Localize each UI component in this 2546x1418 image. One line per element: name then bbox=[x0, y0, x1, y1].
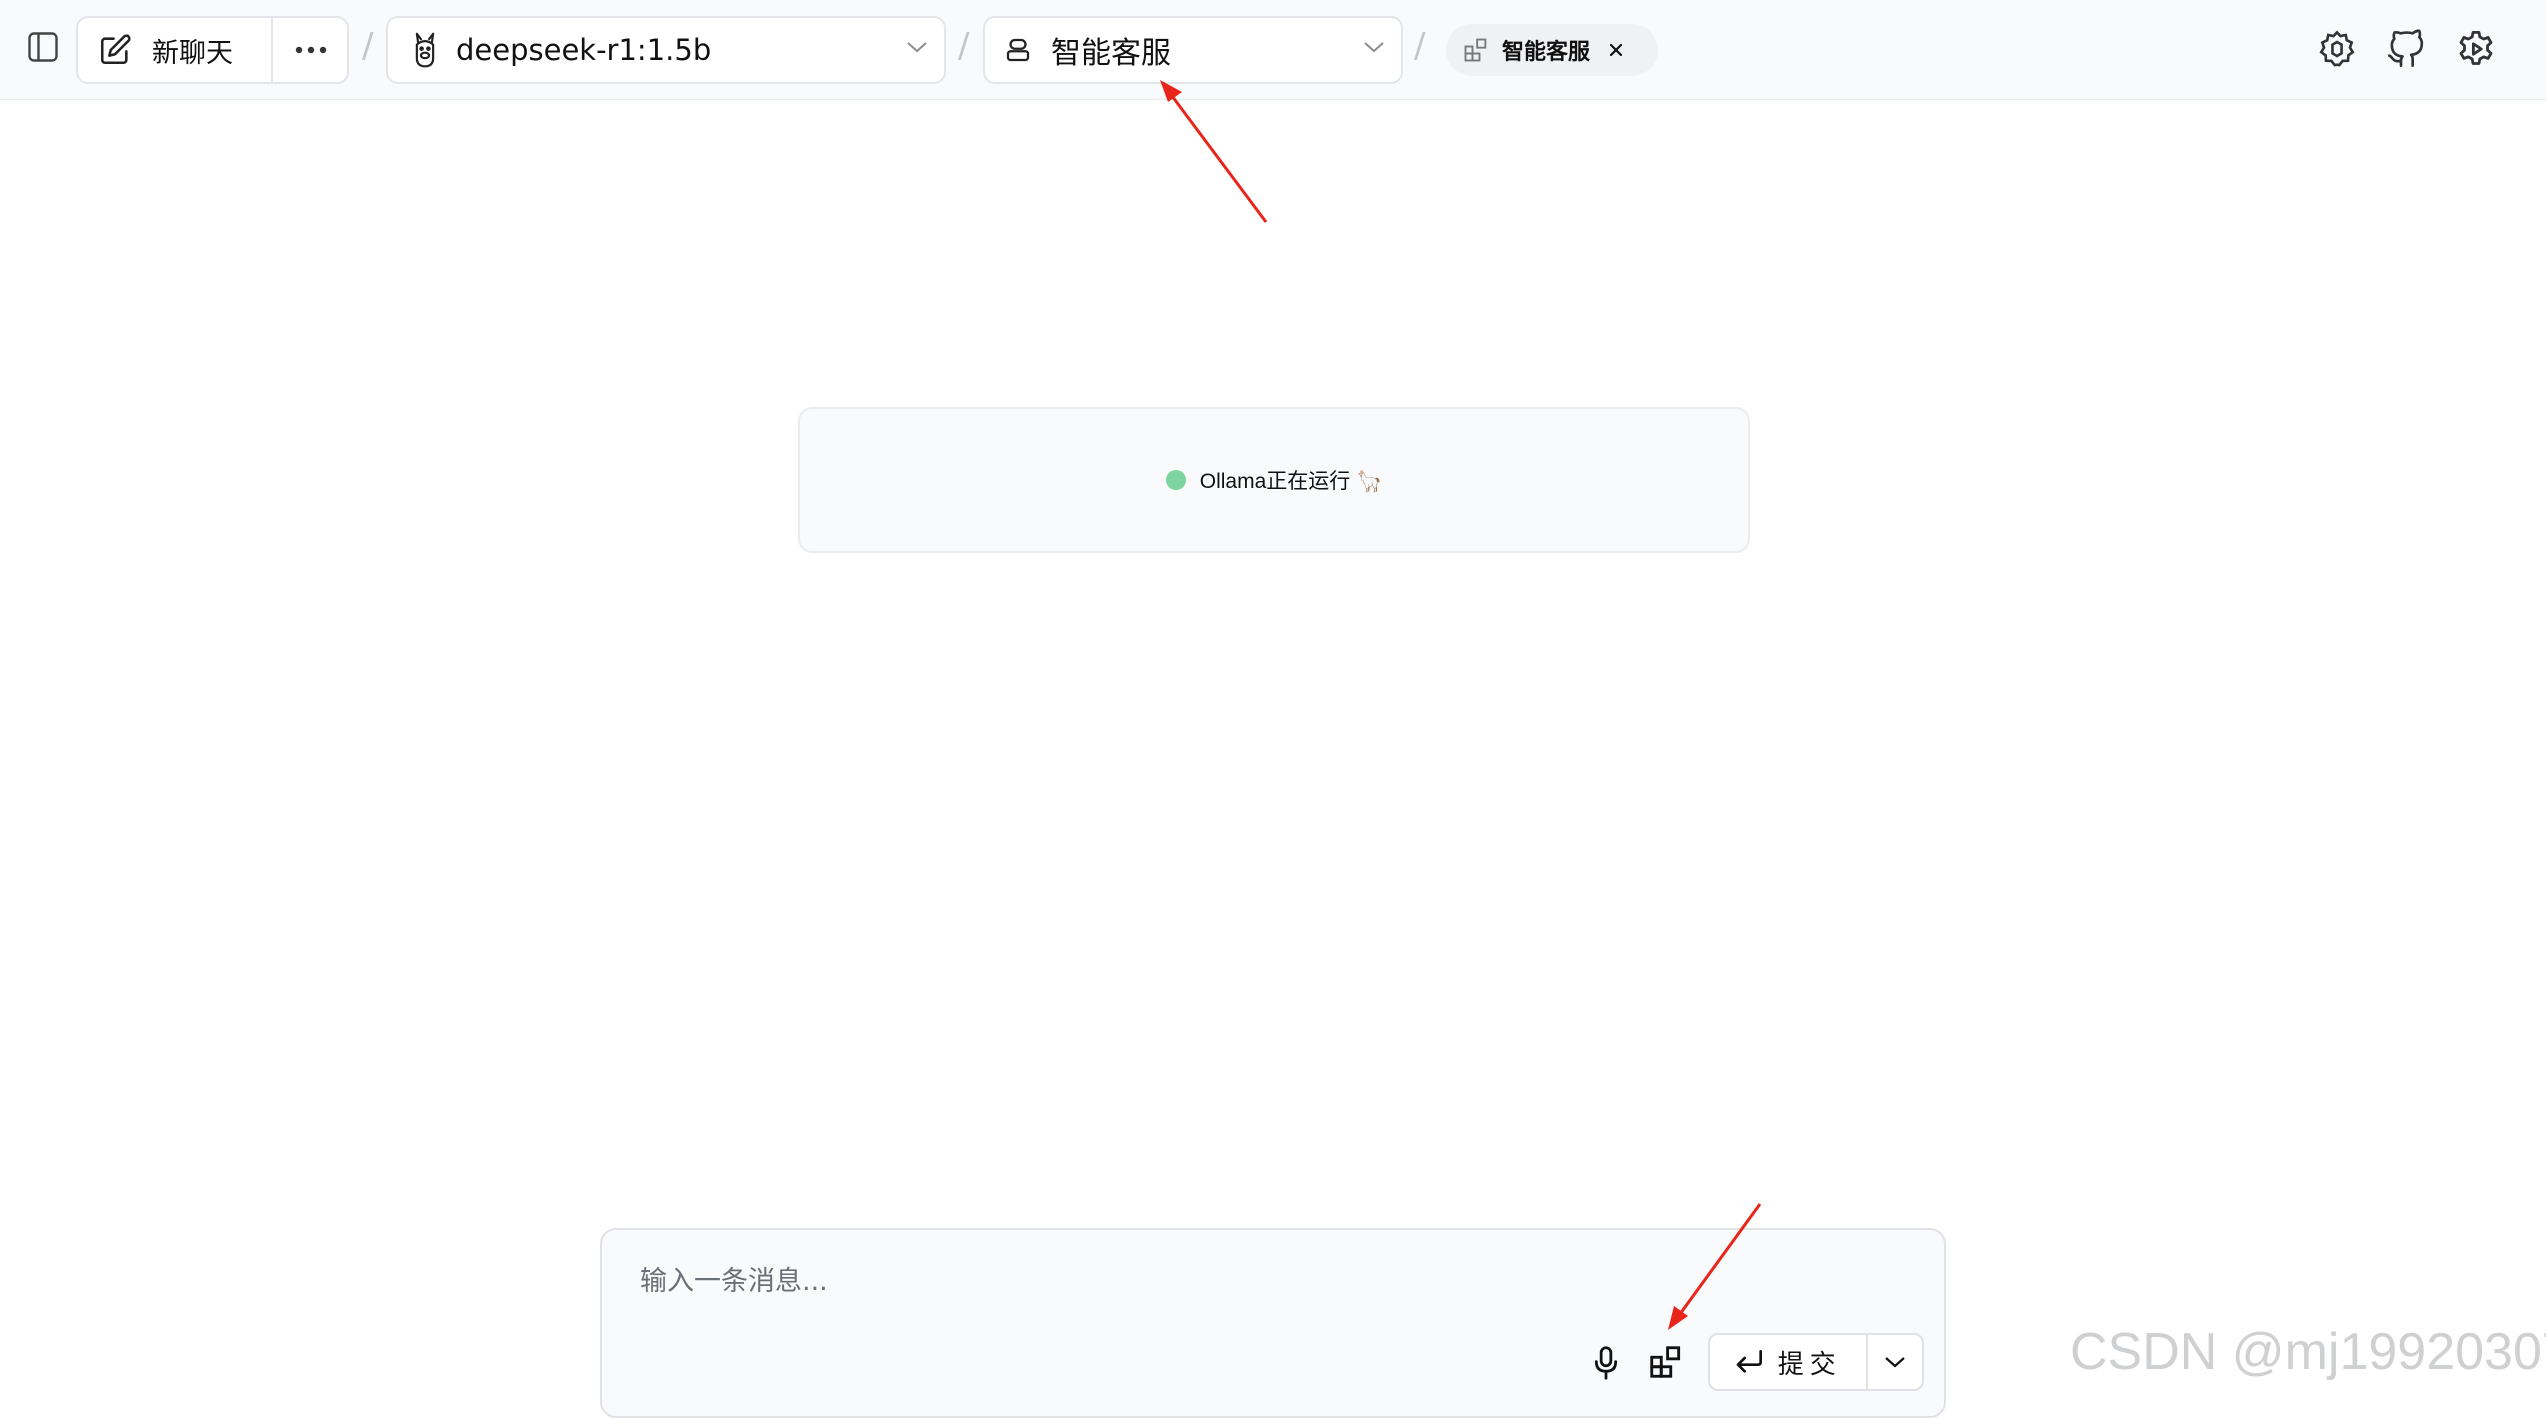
watermark: CSDN @mj19920307 bbox=[2070, 1323, 2546, 1381]
annotation-arrows bbox=[1160, 80, 1762, 1330]
annotation-arrow bbox=[1668, 1203, 1762, 1330]
annotation-arrow bbox=[1160, 80, 1268, 223]
